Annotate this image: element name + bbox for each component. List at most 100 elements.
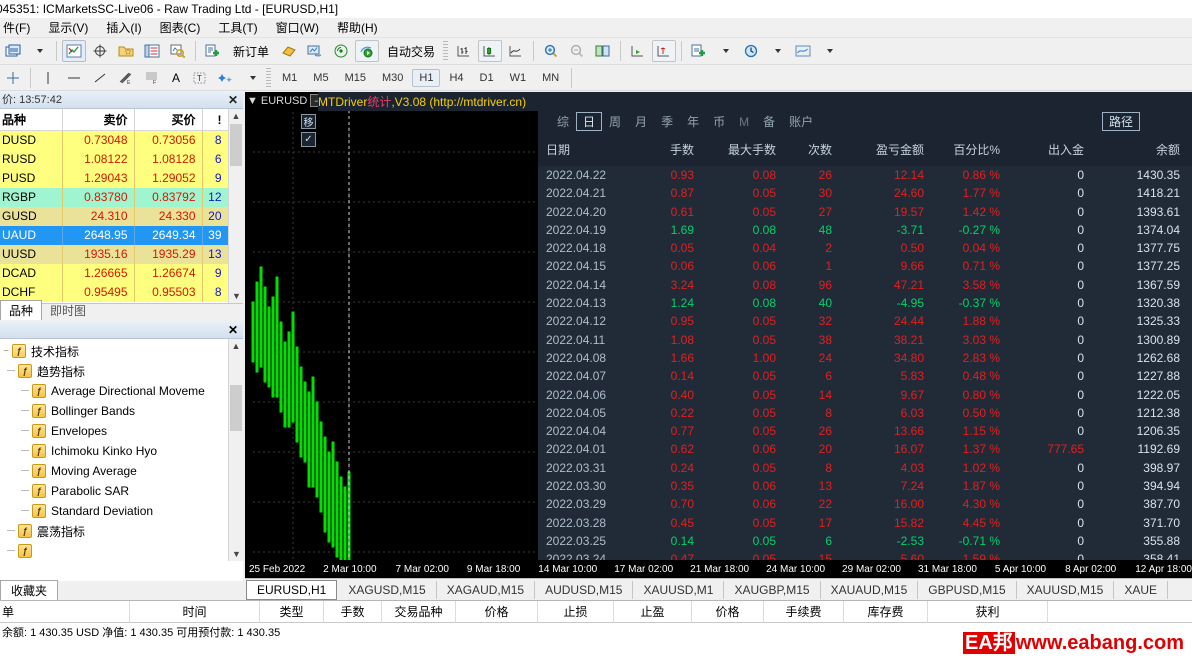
column-symbol[interactable]: 品种 <box>0 109 63 131</box>
table-row[interactable]: 2022.04.01 0.62 0.06 20 16.07 1.37 % 777.65 119… <box>538 440 1192 458</box>
table-row[interactable]: 2022.04.070.140.0565.830.48 %01227.88-58… <box>538 367 1192 385</box>
chart-tab-xauaud-m15[interactable]: XAUAUD,M15 <box>821 580 919 599</box>
table-row[interactable]: DCAD 1.26665 1.26674 9 <box>0 263 229 283</box>
timeframe-m5[interactable]: M5 <box>306 69 335 87</box>
table-row[interactable]: 2022.04.200.610.052719.571.42 %01393.61-… <box>538 203 1192 221</box>
col-max-lots[interactable]: 最大手数 <box>704 132 786 166</box>
term-col-time[interactable]: 时间 <box>130 600 260 623</box>
tab-symbols[interactable]: 品种 <box>0 300 43 320</box>
column-ask[interactable]: 买价 <box>134 109 203 131</box>
navigator-icon[interactable] <box>114 40 138 62</box>
chart-tab-xaugbp-m15[interactable]: XAUGBP,M15 <box>724 580 821 599</box>
col-lots[interactable]: 手数 <box>630 132 704 166</box>
table-row[interactable]: 2022.04.150.060.0619.660.71 %01377.25-89… <box>538 257 1192 275</box>
timeframe-mn[interactable]: MN <box>535 69 566 87</box>
scroll-up-icon[interactable]: ▲ <box>229 109 243 123</box>
indicator-dropdown-icon[interactable] <box>713 40 737 62</box>
timeframe-m30[interactable]: M30 <box>375 69 410 87</box>
tree-node-oscillators[interactable]: ─ ƒ 震荡指标 <box>0 521 228 541</box>
menu-item-file[interactable]: 件(F) <box>0 19 39 36</box>
col-balance[interactable]: 余额 <box>1094 132 1190 166</box>
mtd-menu-comment[interactable]: 备 <box>756 112 782 131</box>
table-row[interactable]: 2022.04.040.770.052613.661.15 %01206.35-… <box>538 422 1192 440</box>
col-percent[interactable]: 百分比% <box>934 132 1010 166</box>
scroll-up-icon[interactable]: ▲ <box>229 339 243 353</box>
menu-item-help[interactable]: 帮助(H) <box>328 19 387 36</box>
col-deposit-withdrawal[interactable]: 出入金 <box>1010 132 1094 166</box>
timeframe-m15[interactable]: M15 <box>338 69 373 87</box>
list-item[interactable]: ─ ƒ Envelopes <box>0 421 228 441</box>
term-col-swap[interactable]: 库存费 <box>844 600 928 623</box>
term-col-commission[interactable]: 手续费 <box>764 600 844 623</box>
mtd-menu-weekly[interactable]: 周 <box>602 112 628 131</box>
table-row[interactable]: 2022.04.111.080.053838.213.03 %01300.89-… <box>538 331 1192 349</box>
templates-icon[interactable] <box>791 40 815 62</box>
templates-dropdown-icon[interactable] <box>817 40 841 62</box>
zoom-out-icon[interactable] <box>565 40 589 62</box>
tree-node-trend[interactable]: ─ ƒ 趋势指标 <box>0 361 228 381</box>
add-indicator-icon[interactable] <box>687 40 711 62</box>
menu-item-tools[interactable]: 工具(T) <box>209 19 266 36</box>
menu-item-charts[interactable]: 图表(C) <box>151 19 210 36</box>
timeframe-w1[interactable]: W1 <box>503 69 534 87</box>
chart-check-icon[interactable]: ✓ <box>301 132 316 147</box>
tree-node-partial[interactable]: ─ ƒ <box>0 541 228 561</box>
market-watch-grid[interactable]: 品种 卖价 买价 ! DUSD 0.73048 0.73056 8 RUSD 1… <box>0 109 243 303</box>
auto-trading-button[interactable]: 自动交易 <box>381 40 441 62</box>
chart-restore-icon[interactable]: 移 <box>301 114 316 129</box>
shift-end-icon[interactable] <box>626 40 650 62</box>
table-row[interactable]: RGBP 0.83780 0.83792 12 <box>0 187 229 207</box>
table-row[interactable]: PUSD 1.29043 1.29052 9 <box>0 168 229 188</box>
tab-favorites[interactable]: 收藏夹 <box>0 580 59 600</box>
term-col-tp[interactable]: 止盈 <box>614 600 692 623</box>
table-row[interactable]: 2022.04.120.950.053224.441.88 %01325.33-… <box>538 312 1192 330</box>
new-chart-dropdown-icon[interactable] <box>27 40 51 62</box>
col-profit-loss[interactable]: 盈亏金额 <box>842 132 934 166</box>
mtd-menu-overall[interactable]: 综 <box>550 112 576 131</box>
arrows-icon[interactable] <box>214 67 238 89</box>
table-row[interactable]: 2022.03.310.240.0584.031.02 %0398.97-28.… <box>538 459 1192 477</box>
list-item[interactable]: ─ ƒ Ichimoku Kinko Hyo <box>0 441 228 461</box>
list-item[interactable]: ─ ƒ Average Directional Moveme <box>0 381 228 401</box>
cursor-crosshair-icon[interactable] <box>1 67 25 89</box>
terminal-icon[interactable] <box>140 40 164 62</box>
chart-tab-audusd-m15[interactable]: AUDUSD,M15 <box>535 580 634 599</box>
table-row[interactable]: UAUD 2648.95 2649.34 39 <box>0 225 229 245</box>
period-clock-icon[interactable] <box>739 40 763 62</box>
tree-node-indicators[interactable]: − ƒ 技术指标 <box>0 341 228 361</box>
scroll-down-icon[interactable]: ▼ <box>229 547 244 561</box>
zoom-in-icon[interactable] <box>539 40 563 62</box>
term-col-price-2[interactable]: 价格 <box>692 600 764 623</box>
mtd-path-button[interactable]: 路径 <box>1101 112 1140 131</box>
mtdriver-stats-table[interactable]: 日期 手数 最大手数 次数 盈亏金额 百分比% 出入金 余额 最大浮亏金额 最大… <box>538 132 1192 659</box>
table-row[interactable]: 2022.04.180.050.0420.500.04 %01377.75-28… <box>538 239 1192 257</box>
table-row[interactable]: DCHF 0.95495 0.95503 8 <box>0 282 229 302</box>
col-date[interactable]: 日期 <box>538 132 630 166</box>
list-item[interactable]: ─ ƒ Standard Deviation <box>0 501 228 521</box>
trendline-icon[interactable] <box>88 67 112 89</box>
market-watch-scrollbar[interactable]: ▲ ▼ <box>228 109 243 303</box>
navigator-scrollbar[interactable]: ▲ ▼ <box>228 339 243 561</box>
col-count[interactable]: 次数 <box>786 132 842 166</box>
chart-tab-xaue[interactable]: XAUE <box>1114 580 1169 599</box>
mtd-menu-account[interactable]: 账户 <box>782 112 820 131</box>
strategy-tester-icon[interactable] <box>166 40 190 62</box>
candlestick-chart-icon[interactable] <box>478 40 503 62</box>
table-row[interactable]: 2022.03.280.450.051715.824.45 %0371.70-2… <box>538 514 1192 532</box>
timeframe-d1[interactable]: D1 <box>473 69 501 87</box>
fibonacci-retracement-icon[interactable]: F <box>140 67 164 89</box>
table-row[interactable]: 2022.03.250.140.056-2.53-0.71 %0355.88-6… <box>538 532 1192 550</box>
list-item[interactable]: ─ ƒ Bollinger Bands <box>0 401 228 421</box>
scroll-down-icon[interactable]: ▼ <box>229 289 244 303</box>
tab-tick-chart[interactable]: 即时图 <box>42 301 94 320</box>
mtd-menu-quarterly[interactable]: 季 <box>654 112 680 131</box>
auto-scroll-icon[interactable] <box>652 40 677 62</box>
expert-advisors-icon[interactable] <box>303 40 327 62</box>
table-row[interactable]: 2022.04.081.661.002434.802.83 %01262.68-… <box>538 349 1192 367</box>
column-spread[interactable]: ! <box>202 109 229 131</box>
text-tool-icon[interactable]: A <box>166 67 186 89</box>
expand-icon[interactable]: − <box>0 346 12 357</box>
chart-tab-xauusd-m1[interactable]: XAUUSD,M1 <box>633 580 725 599</box>
table-row[interactable]: 2022.04.210.870.053024.601.77 %01418.21-… <box>538 184 1192 202</box>
metaeditor-icon[interactable] <box>277 40 301 62</box>
